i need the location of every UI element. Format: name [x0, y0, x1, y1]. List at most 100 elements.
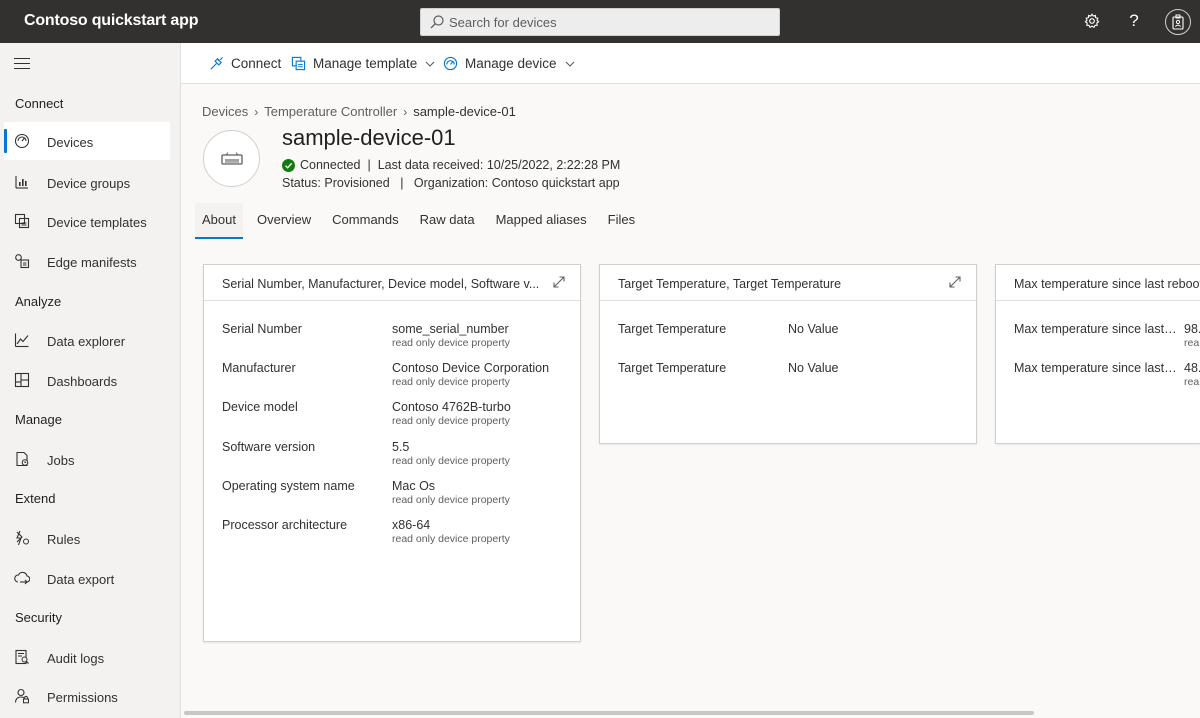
property-description: rea	[1184, 337, 1200, 349]
help-button[interactable]: ?	[1124, 11, 1144, 31]
nav-section-connect: Connect	[15, 96, 64, 111]
property-description: read only device property	[392, 337, 510, 349]
chevron-right-icon: ›	[254, 104, 259, 119]
tab-raw-data[interactable]: Raw data	[413, 203, 482, 239]
property-description: read only device property	[392, 533, 510, 545]
sidebar-item-device-groups[interactable]: Device groups	[4, 163, 170, 201]
property-description: read only device property	[392, 376, 510, 388]
breadcrumb: Devices › Temperature Controller › sampl…	[202, 104, 516, 119]
sidebar-item-audit-logs[interactable]: Audit logs	[4, 638, 170, 676]
property-label: Processor architecture	[222, 518, 348, 532]
breadcrumb-item-devices[interactable]: Devices	[202, 104, 248, 119]
user-badge-icon	[1172, 14, 1184, 30]
horizontal-scrollbar[interactable]	[184, 711, 1034, 715]
chevron-right-icon: ›	[403, 104, 408, 119]
property-value: 48.	[1184, 361, 1200, 375]
max-temperature-card: Max temperature since last reboot Max te…	[995, 264, 1200, 444]
property-value: Mac Os	[392, 479, 436, 493]
connect-label: Connect	[231, 56, 282, 71]
device-templates-icon	[14, 213, 30, 229]
hamburger-menu-icon[interactable]	[14, 58, 30, 72]
search-icon	[430, 15, 444, 29]
manage-template-button[interactable]: Manage template	[291, 55, 442, 72]
card-title: Serial Number, Manufacturer, Device mode…	[222, 277, 540, 291]
page-title: sample-device-01	[282, 125, 456, 150]
property-value: 98.	[1184, 322, 1200, 336]
manage-device-button[interactable]: Manage device	[443, 55, 582, 72]
checkmark-circle-icon	[282, 158, 295, 172]
property-description: read only device property	[392, 494, 510, 506]
sidebar-item-data-explorer[interactable]: Data explorer	[4, 321, 170, 359]
sidebar-item-label: Device templates	[47, 215, 147, 230]
card-header: Serial Number, Manufacturer, Device mode…	[204, 265, 580, 301]
property-value: some_serial_number	[392, 322, 509, 336]
property-label: Software version	[222, 440, 316, 454]
tab-mapped-aliases[interactable]: Mapped aliases	[489, 203, 594, 239]
sidebar-item-data-export[interactable]: Data export	[4, 559, 170, 597]
sidebar-item-device-templates[interactable]: Device templates	[4, 202, 170, 240]
app-title[interactable]: Contoso quickstart app	[24, 12, 198, 30]
tab-files[interactable]: Files	[601, 203, 642, 239]
property-description: read only device property	[392, 415, 510, 427]
sidebar-item-label: Rules	[47, 532, 81, 547]
device-gauge-icon	[443, 56, 458, 71]
property-value: 5.5	[392, 440, 410, 454]
sidebar-item-rules[interactable]: Rules	[4, 519, 170, 557]
connect-button[interactable]: Connect	[209, 55, 281, 72]
permissions-icon	[14, 688, 29, 704]
expand-icon[interactable]	[948, 275, 962, 289]
top-bar: Contoso quickstart app ?	[0, 0, 1200, 43]
property-value: x86-64	[392, 518, 431, 532]
sidebar-item-edge-manifests[interactable]: Edge manifests	[4, 242, 170, 280]
property-label: Manufacturer	[222, 361, 296, 375]
tab-about[interactable]: About	[195, 203, 243, 239]
sidebar-item-label: Data explorer	[47, 334, 126, 349]
template-icon	[291, 56, 306, 71]
dashboards-icon	[14, 372, 30, 388]
property-label: Max temperature since last r...	[1014, 361, 1180, 375]
nav-section-security: Security	[15, 610, 62, 625]
card-title: Target Temperature, Target Temperature	[618, 277, 842, 291]
tab-overview[interactable]: Overview	[250, 203, 318, 239]
property-label: Max temperature since last r...	[1014, 322, 1180, 336]
device-groups-icon	[15, 176, 28, 189]
nav-section-extend: Extend	[15, 491, 56, 506]
property-label: Serial Number	[222, 322, 302, 336]
sidebar-item-label: Edge manifests	[47, 255, 137, 270]
chevron-down-icon	[565, 61, 574, 67]
sidebar-item-devices[interactable]: Devices	[4, 122, 170, 160]
search-box[interactable]	[420, 8, 780, 36]
sidebar-item-dashboards[interactable]: Dashboards	[4, 361, 170, 399]
sidebar-item-label: Jobs	[47, 453, 75, 468]
search-input[interactable]	[449, 13, 769, 32]
sidebar-item-label: Data export	[47, 572, 115, 587]
breadcrumb-item-template[interactable]: Temperature Controller	[264, 104, 397, 119]
rules-icon	[16, 530, 29, 546]
gear-icon	[1084, 13, 1100, 29]
breadcrumb-item-current: sample-device-01	[413, 104, 516, 119]
chevron-down-icon	[425, 61, 435, 67]
sidebar-item-label: Permissions	[47, 690, 118, 705]
card-title: Max temperature since last reboot	[1014, 277, 1200, 291]
command-bar: Connect Manage template Manage device	[181, 43, 1200, 84]
tab-commands[interactable]: Commands	[325, 203, 405, 239]
nav-section-manage: Manage	[15, 412, 62, 427]
properties-card: Serial Number, Manufacturer, Device mode…	[203, 264, 581, 642]
account-avatar[interactable]	[1165, 9, 1191, 35]
card-header: Max temperature since last reboot	[996, 265, 1200, 301]
sidebar-item-label: Dashboards	[47, 374, 118, 389]
manage-template-label: Manage template	[313, 56, 418, 71]
sidebar-item-jobs[interactable]: Jobs	[4, 440, 170, 478]
settings-button[interactable]	[1082, 11, 1102, 31]
device-avatar	[203, 130, 260, 187]
property-value: No Value	[788, 322, 839, 336]
provisioning-status-line: Status: Provisioned | Organization: Cont…	[282, 176, 620, 190]
property-label: Target Temperature	[618, 361, 727, 375]
card-header: Target Temperature, Target Temperature	[600, 265, 976, 301]
data-explorer-icon	[14, 333, 29, 348]
target-temperature-card: Target Temperature, Target Temperature T…	[599, 264, 977, 444]
expand-icon[interactable]	[552, 275, 566, 289]
connection-status-line: Connected | Last data received: 10/25/20…	[282, 158, 620, 172]
sidebar-item-permissions[interactable]: Permissions	[4, 677, 170, 715]
nav-section-analyze: Analyze	[15, 294, 62, 309]
